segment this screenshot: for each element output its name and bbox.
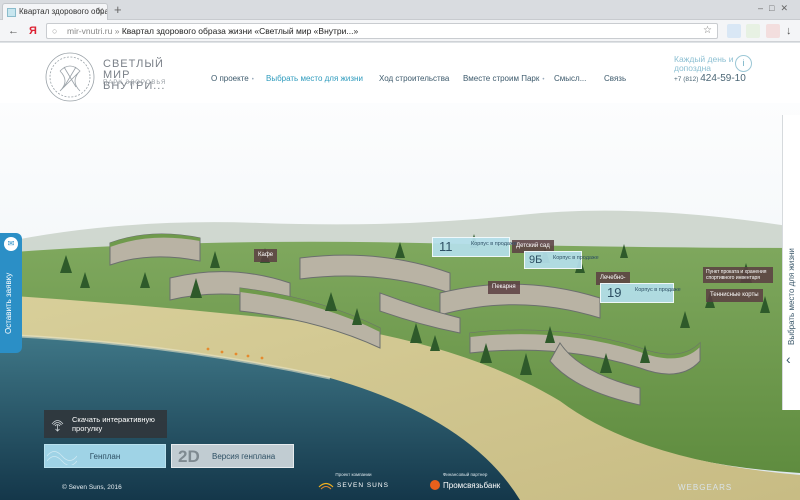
partner-caption: Финансовый партнер <box>442 472 488 477</box>
envelope-icon: ✉ <box>4 237 18 251</box>
map-label-cafe[interactable]: Кафе <box>254 249 278 262</box>
extension-icon[interactable] <box>766 24 780 38</box>
site-viewport: Кафе Детский сад Пекарня Лечебно- Пункт … <box>0 43 800 500</box>
genplan-version-label: Версия генплана <box>212 452 276 461</box>
extension-icon[interactable] <box>746 24 760 38</box>
logo-knot-icon[interactable] <box>44 51 96 103</box>
nav-item-construction[interactable]: Ход строительства <box>379 74 449 83</box>
address-bar[interactable]: ○ mir-vnutri.ru » Квартал здорового обра… <box>46 23 718 39</box>
browser-toolbar: ← Я ○ mir-vnutri.ru » Квартал здорового … <box>0 20 800 42</box>
download-tour-label: Скачать интерактивную прогулку <box>72 415 155 433</box>
window-controls-icon[interactable]: –□✕ <box>758 3 794 14</box>
phone-number[interactable]: +7 (812) 424-59-10 <box>674 73 746 84</box>
choose-place-side-tab[interactable]: Выбрать место для жизни ‹ <box>782 115 800 410</box>
map-label-bakery[interactable]: Пекарня <box>488 281 520 294</box>
yandex-icon[interactable]: Я <box>29 24 37 38</box>
korpus-number: 19 <box>607 285 622 300</box>
korpus-status: Корпус в продаже <box>471 241 517 247</box>
info-icon[interactable]: i <box>735 55 752 72</box>
copyright: © Seven Suns, 2016 <box>62 484 122 491</box>
browser-tabbar: Квартал здорового образа ✕ + –□✕ <box>0 0 800 20</box>
nav-item-choose-place[interactable]: Выбрать место для жизни <box>266 74 363 83</box>
korpus-number: 9Б <box>529 254 543 266</box>
korpus-status: Корпус в продаже <box>635 287 681 293</box>
new-tab-icon[interactable]: + <box>114 2 122 18</box>
address-page-title: Квартал здорового образа жизни «Светлый … <box>121 26 359 36</box>
feedback-label: Оставить заявку <box>4 272 13 334</box>
download-icon[interactable]: ↓ <box>786 24 792 38</box>
nav-item-about[interactable]: О проекте • <box>211 74 254 83</box>
address-separator: » <box>114 26 122 36</box>
korpus-status: Корпус в продаже <box>553 255 599 261</box>
back-arrow-icon[interactable]: ← <box>8 24 19 38</box>
map-label-tennis[interactable]: Теннисные корты <box>706 289 763 302</box>
korpus-badge[interactable]: 19 Корпус в продаже <box>600 283 681 303</box>
lock-icon: ○ <box>52 26 58 36</box>
nav-item-build-park[interactable]: Вместе строим Парк • <box>463 74 544 83</box>
site-header: СВЕТЛЫЙ МИР ВНУТРИ... ПАРК ЗДОРОВЬЯ О пр… <box>0 43 800 103</box>
choose-place-label: Выбрать место для жизни <box>787 248 796 345</box>
feedback-tab[interactable]: ✉ Оставить заявку <box>0 233 22 353</box>
partner-caption: Проект компании <box>335 472 372 477</box>
partner-name: Промсвязьбанк <box>443 480 501 490</box>
2d-mark: 2D <box>178 447 200 466</box>
partner-seven-suns[interactable]: Проект компании SEVEN SUNS <box>318 472 389 490</box>
korpus-number: 11 <box>439 239 453 254</box>
map-label-rental[interactable]: Пункт проката и хранения спортивного инв… <box>703 267 773 283</box>
pattern-icon <box>47 451 77 465</box>
partner-name: SEVEN SUNS <box>337 481 389 489</box>
favicon-icon <box>7 8 16 17</box>
close-tab-icon[interactable]: ✕ <box>96 6 104 17</box>
nav-item-meaning[interactable]: Смысл... <box>554 74 586 83</box>
logo-subtitle: ПАРК ЗДОРОВЬЯ <box>103 80 167 86</box>
korpus-badge[interactable]: 11 Корпус в продаже <box>432 237 517 257</box>
extension-icon[interactable] <box>727 24 741 38</box>
download-fingerprint-icon <box>51 420 64 432</box>
genplan-label: Генплан <box>89 452 121 461</box>
korpus-badge[interactable]: 9Б Корпус в продаже <box>524 251 599 269</box>
partner-promsvyazbank[interactable]: Финансовый партнер Промсвязьбанк <box>430 472 500 490</box>
developer-logo[interactable]: WEBGEARS <box>678 483 732 492</box>
logo-title[interactable]: СВЕТЛЫЙ МИР ВНУТРИ... <box>103 59 193 92</box>
nav-item-contact[interactable]: Связь <box>604 74 626 83</box>
chevron-left-icon: ‹ <box>786 351 791 367</box>
seven-suns-logo-icon <box>318 482 334 490</box>
browser-tab[interactable]: Квартал здорового образа ✕ <box>2 3 108 20</box>
genplan-2d-button[interactable]: 2D Версия генплана <box>171 444 294 468</box>
address-domain: mir-vnutri.ru <box>67 26 113 36</box>
bookmark-star-icon[interactable]: ☆ <box>703 25 712 36</box>
psb-logo-icon <box>430 480 440 490</box>
genplan-button[interactable]: Генплан <box>44 444 166 468</box>
tab-title: Квартал здорового образа <box>19 7 108 16</box>
download-tour-button[interactable]: Скачать интерактивную прогулку <box>44 410 167 438</box>
